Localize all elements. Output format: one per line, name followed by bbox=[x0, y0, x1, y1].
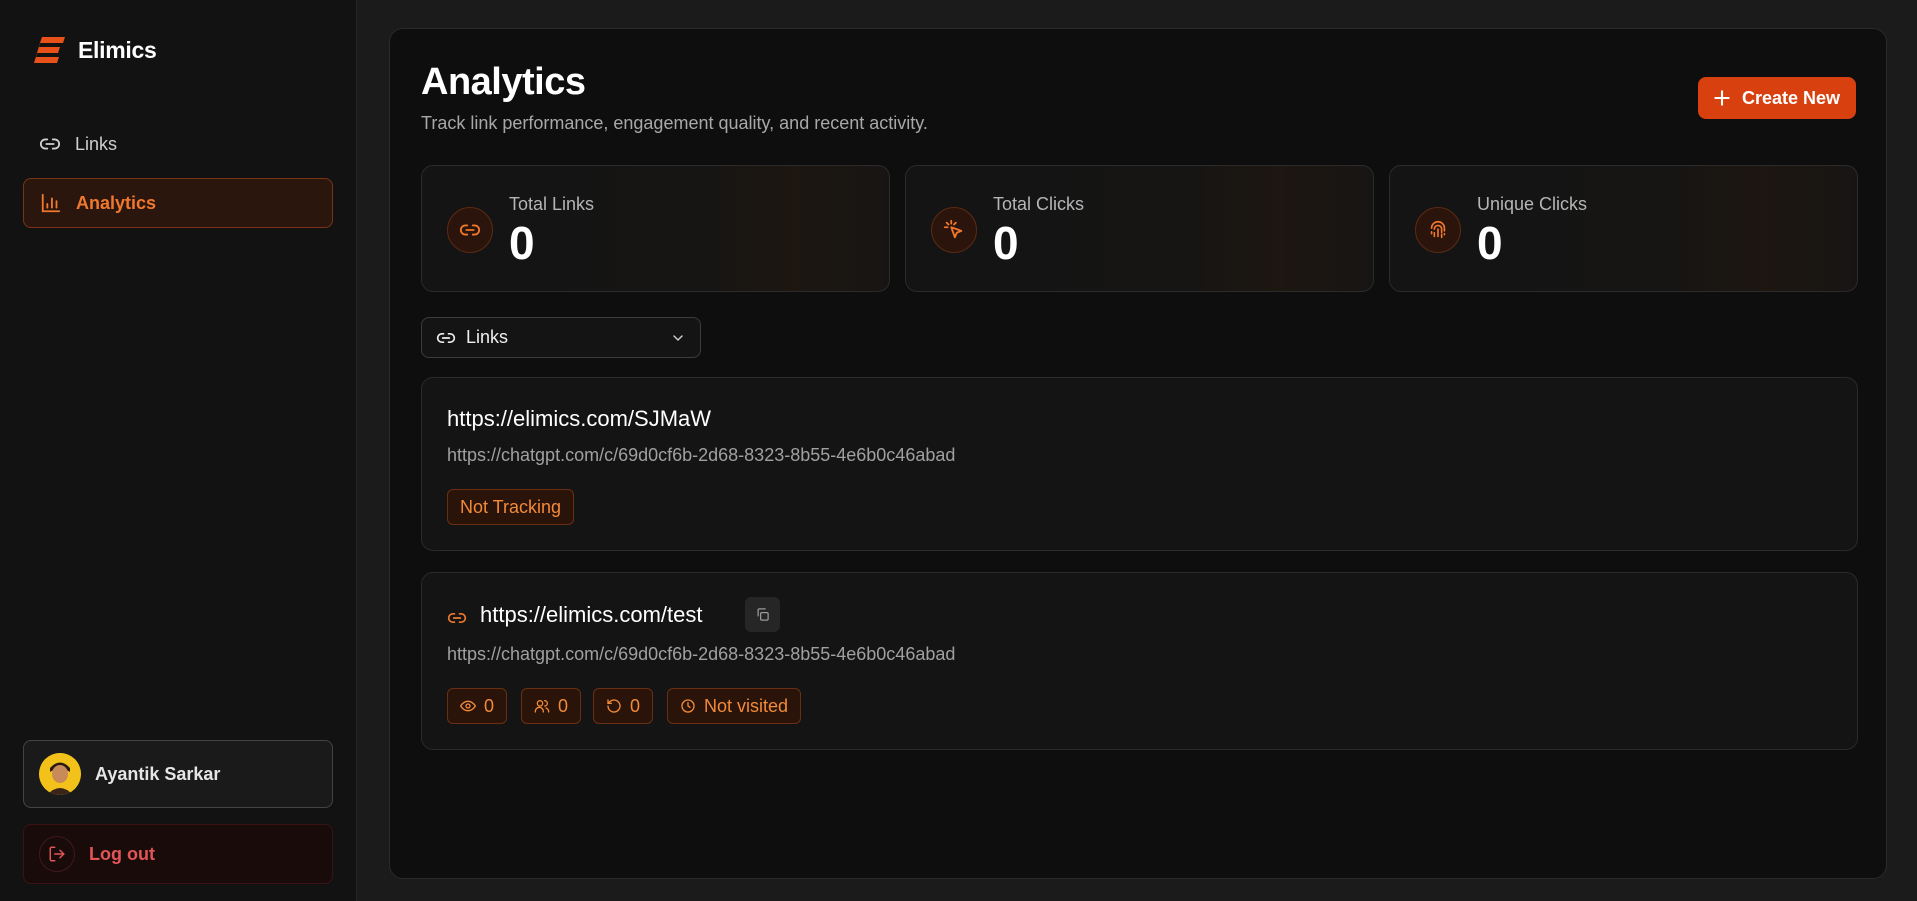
logout-label: Log out bbox=[89, 843, 155, 864]
eye-icon bbox=[460, 700, 476, 712]
visitors-count: 0 bbox=[558, 695, 569, 716]
logout-button[interactable]: Log out bbox=[23, 824, 333, 884]
bar-chart-icon bbox=[41, 193, 61, 213]
users-icon bbox=[534, 700, 550, 713]
stat-label: Total Links bbox=[509, 194, 595, 214]
sidebar-item-label: Links bbox=[75, 133, 118, 154]
chevron-down-icon bbox=[673, 335, 683, 342]
sidebar-item-label: Analytics bbox=[76, 192, 157, 213]
stat-value: 0 bbox=[993, 217, 1019, 269]
cursor-click-icon bbox=[931, 207, 977, 253]
page-subtitle: Track link performance, engagement quali… bbox=[421, 113, 928, 133]
status-badge-label: Not Tracking bbox=[460, 496, 562, 517]
stat-label: Unique Clicks bbox=[1477, 194, 1588, 214]
returns-badge: 0 bbox=[593, 688, 654, 724]
sidebar-item-links[interactable]: Links bbox=[23, 119, 333, 169]
user-profile[interactable]: Ayantik Sarkar bbox=[23, 740, 333, 808]
stat-card-unique-clicks: Unique Clicks 0 bbox=[1389, 165, 1858, 292]
clock-icon bbox=[681, 699, 695, 713]
link-icon bbox=[436, 332, 456, 343]
link-icon bbox=[447, 207, 493, 253]
stat-value: 0 bbox=[1477, 217, 1503, 269]
stat-label: Total Clicks bbox=[993, 194, 1085, 214]
status-badge: Not Tracking bbox=[447, 489, 575, 525]
link-card[interactable]: https://elimics.com/test https://chatgpt… bbox=[421, 572, 1858, 750]
refresh-icon bbox=[607, 699, 621, 713]
copy-icon bbox=[757, 608, 769, 621]
stat-value: 0 bbox=[509, 217, 535, 269]
destination-url: https://chatgpt.com/c/69d0cf6b-2d68-8323… bbox=[447, 445, 956, 465]
views-count: 0 bbox=[484, 695, 495, 716]
dropdown-selected-value: Links bbox=[466, 327, 509, 347]
brand[interactable]: Elimics bbox=[32, 34, 157, 66]
visitors-badge: 0 bbox=[521, 688, 582, 724]
short-url-link[interactable]: https://elimics.com/test bbox=[480, 602, 703, 628]
fingerprint-icon bbox=[1415, 207, 1461, 253]
sidebar-item-analytics[interactable]: Analytics bbox=[23, 178, 333, 228]
create-new-label: Create New bbox=[1741, 87, 1840, 108]
user-name: Ayantik Sarkar bbox=[95, 763, 221, 784]
page-title: Analytics bbox=[421, 61, 586, 103]
short-url-link[interactable]: https://elimics.com/SJMaW bbox=[447, 406, 711, 432]
views-badge: 0 bbox=[447, 688, 508, 724]
brand-name: Elimics bbox=[78, 36, 157, 63]
destination-url: https://chatgpt.com/c/69d0cf6b-2d68-8323… bbox=[447, 644, 956, 664]
returns-count: 0 bbox=[630, 695, 641, 716]
elimics-logo-icon bbox=[34, 37, 65, 63]
link-icon bbox=[447, 613, 467, 623]
link-card[interactable]: https://elimics.com/SJMaW https://chatgp… bbox=[421, 377, 1858, 551]
last-visit-badge: Not visited bbox=[667, 688, 802, 724]
link-icon bbox=[39, 138, 61, 150]
plus-icon bbox=[1714, 90, 1730, 106]
view-select-dropdown[interactable]: Links bbox=[421, 317, 701, 358]
create-new-button[interactable]: Create New bbox=[1697, 77, 1856, 119]
copy-button[interactable] bbox=[745, 597, 780, 632]
main-panel: Analytics Track link performance, engage… bbox=[389, 28, 1887, 879]
stat-card-total-clicks: Total Clicks 0 bbox=[905, 165, 1374, 292]
last-visit-label: Not visited bbox=[704, 695, 789, 716]
sidebar: Elimics Links Analytics Ayantik Sarkar L… bbox=[0, 0, 357, 901]
logout-icon bbox=[39, 836, 75, 872]
avatar bbox=[39, 753, 81, 795]
stat-card-total-links: Total Links 0 bbox=[421, 165, 890, 292]
